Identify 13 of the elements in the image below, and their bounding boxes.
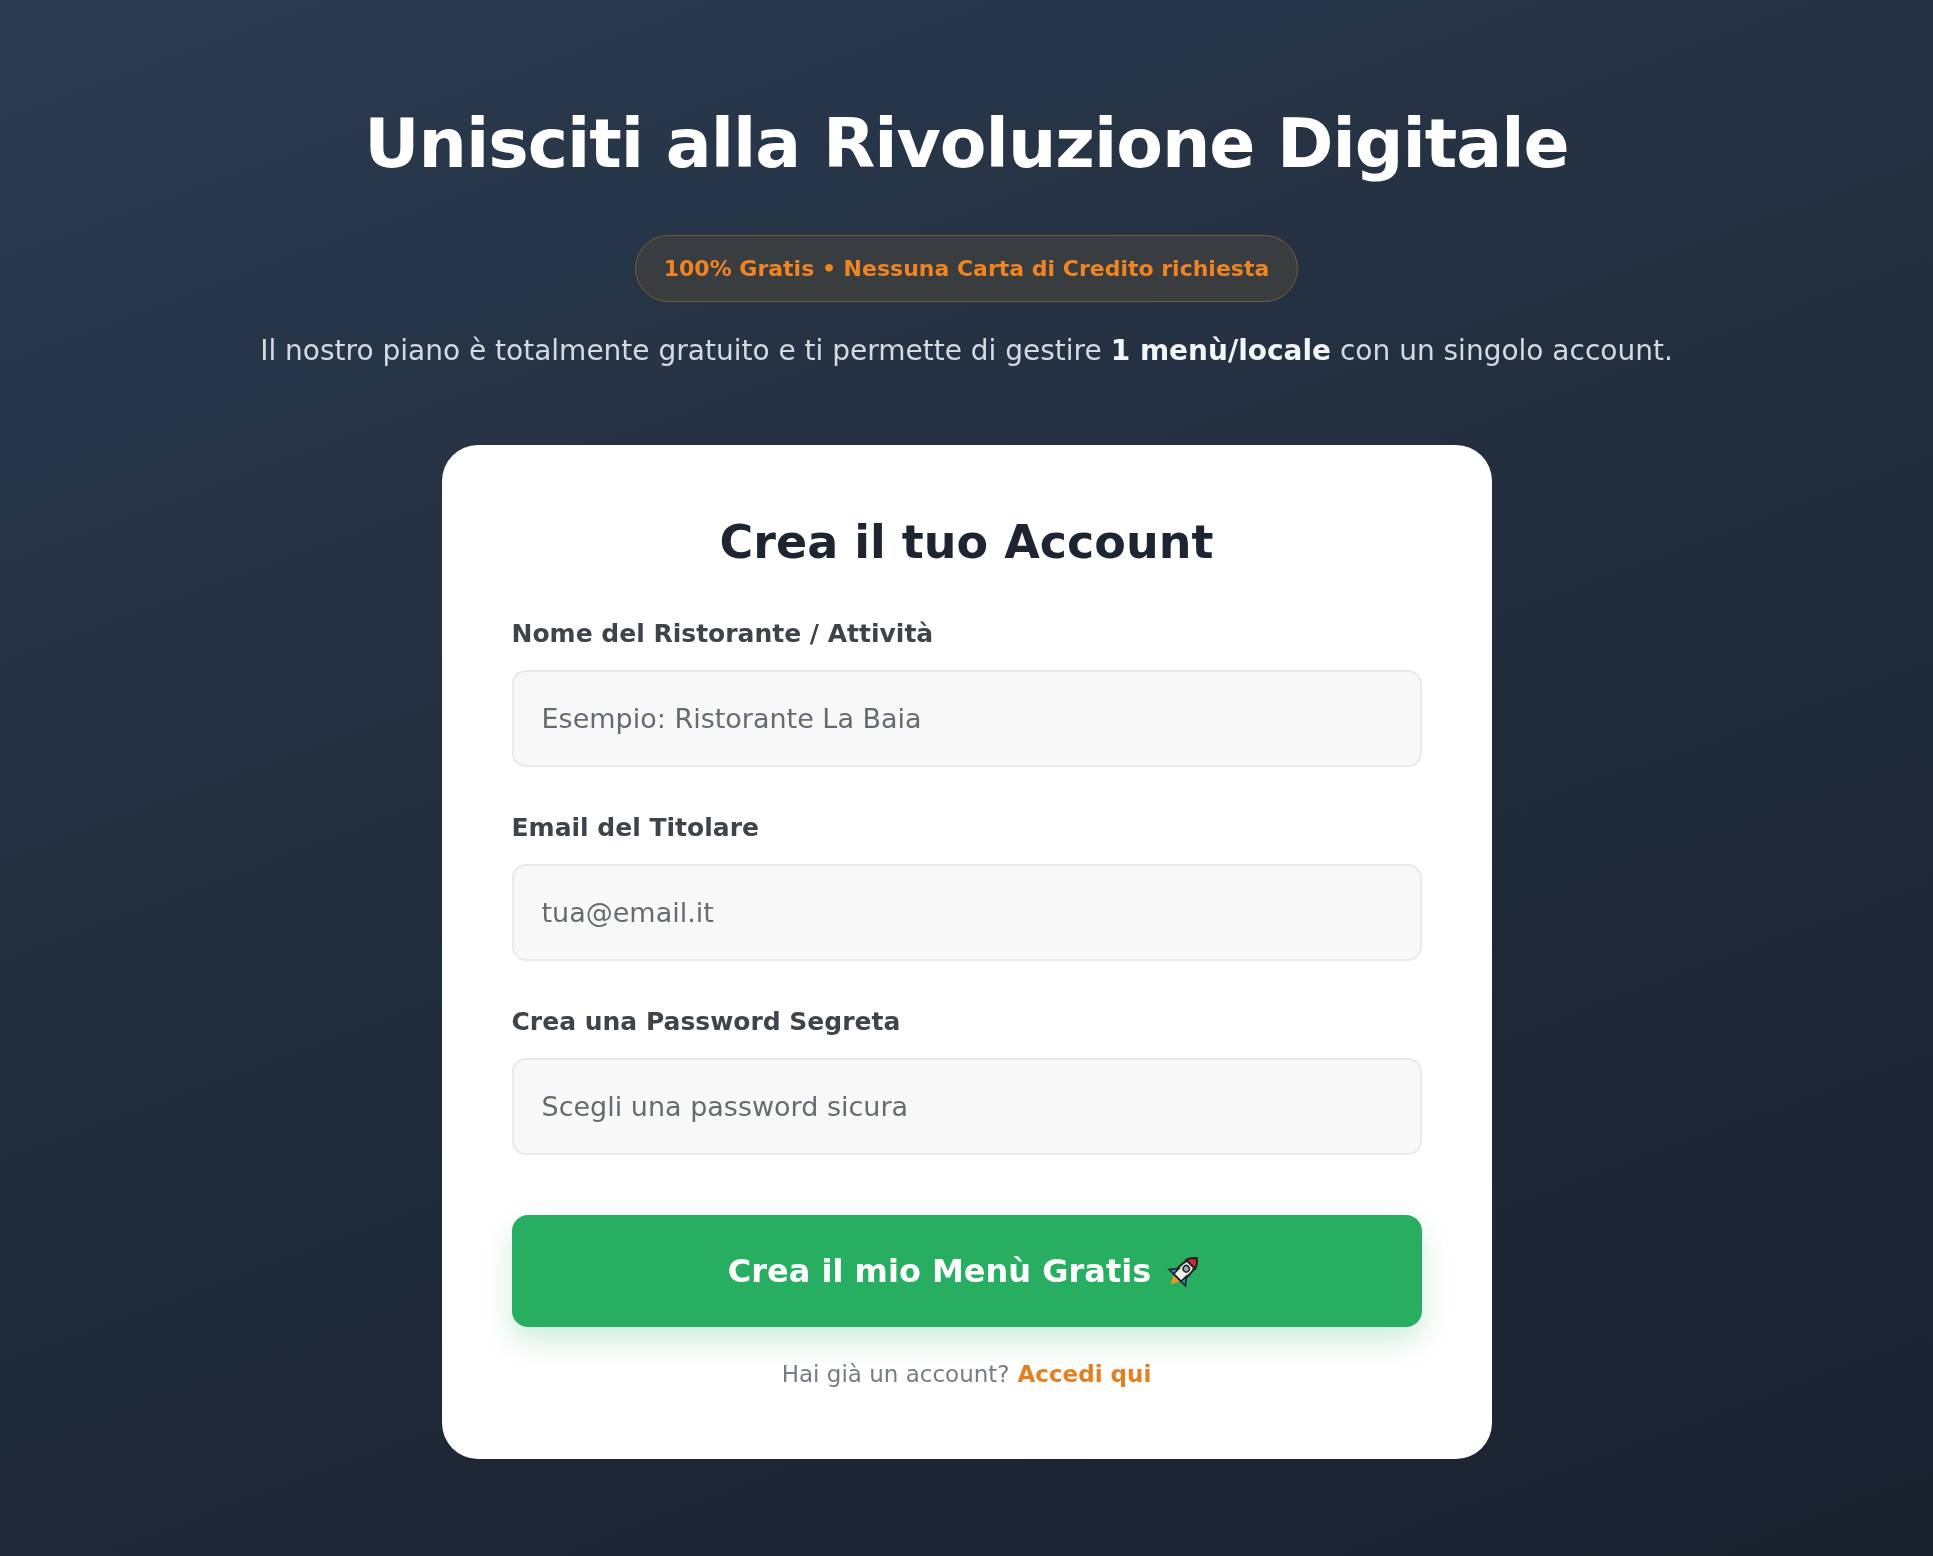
input-field[interactable]: Scegli una password sicura <box>511 1058 1422 1155</box>
offer-badge: 100% Gratis • Nessuna Carta di Credito richiesta <box>634 235 1299 302</box>
input-field[interactable]: Esempio: Ristorante La Baia <box>511 670 1422 767</box>
page-heading: Unisciti alla Rivoluzione Digitale <box>364 104 1569 183</box>
field-label: Nome del Ristorante / Attività <box>511 619 935 648</box>
field-label: Crea una Password Segreta <box>511 1007 902 1036</box>
input-field[interactable]: tua@email.it <box>511 864 1422 961</box>
field-label: Email del Titolare <box>511 813 760 842</box>
form-title: Crea il tuo Account <box>718 515 1215 569</box>
intro-text: Il nostro piano è totalmente gratuito e ti permette di gestire 1 menù/locale con un singolo account. <box>260 334 1673 367</box>
login-link[interactable]: Accedi qui <box>1017 1361 1152 1387</box>
submit-button[interactable]: Crea il mio Menù Gratis <box>511 1215 1422 1327</box>
login-prompt: Hai già un account? <box>781 1361 1010 1387</box>
